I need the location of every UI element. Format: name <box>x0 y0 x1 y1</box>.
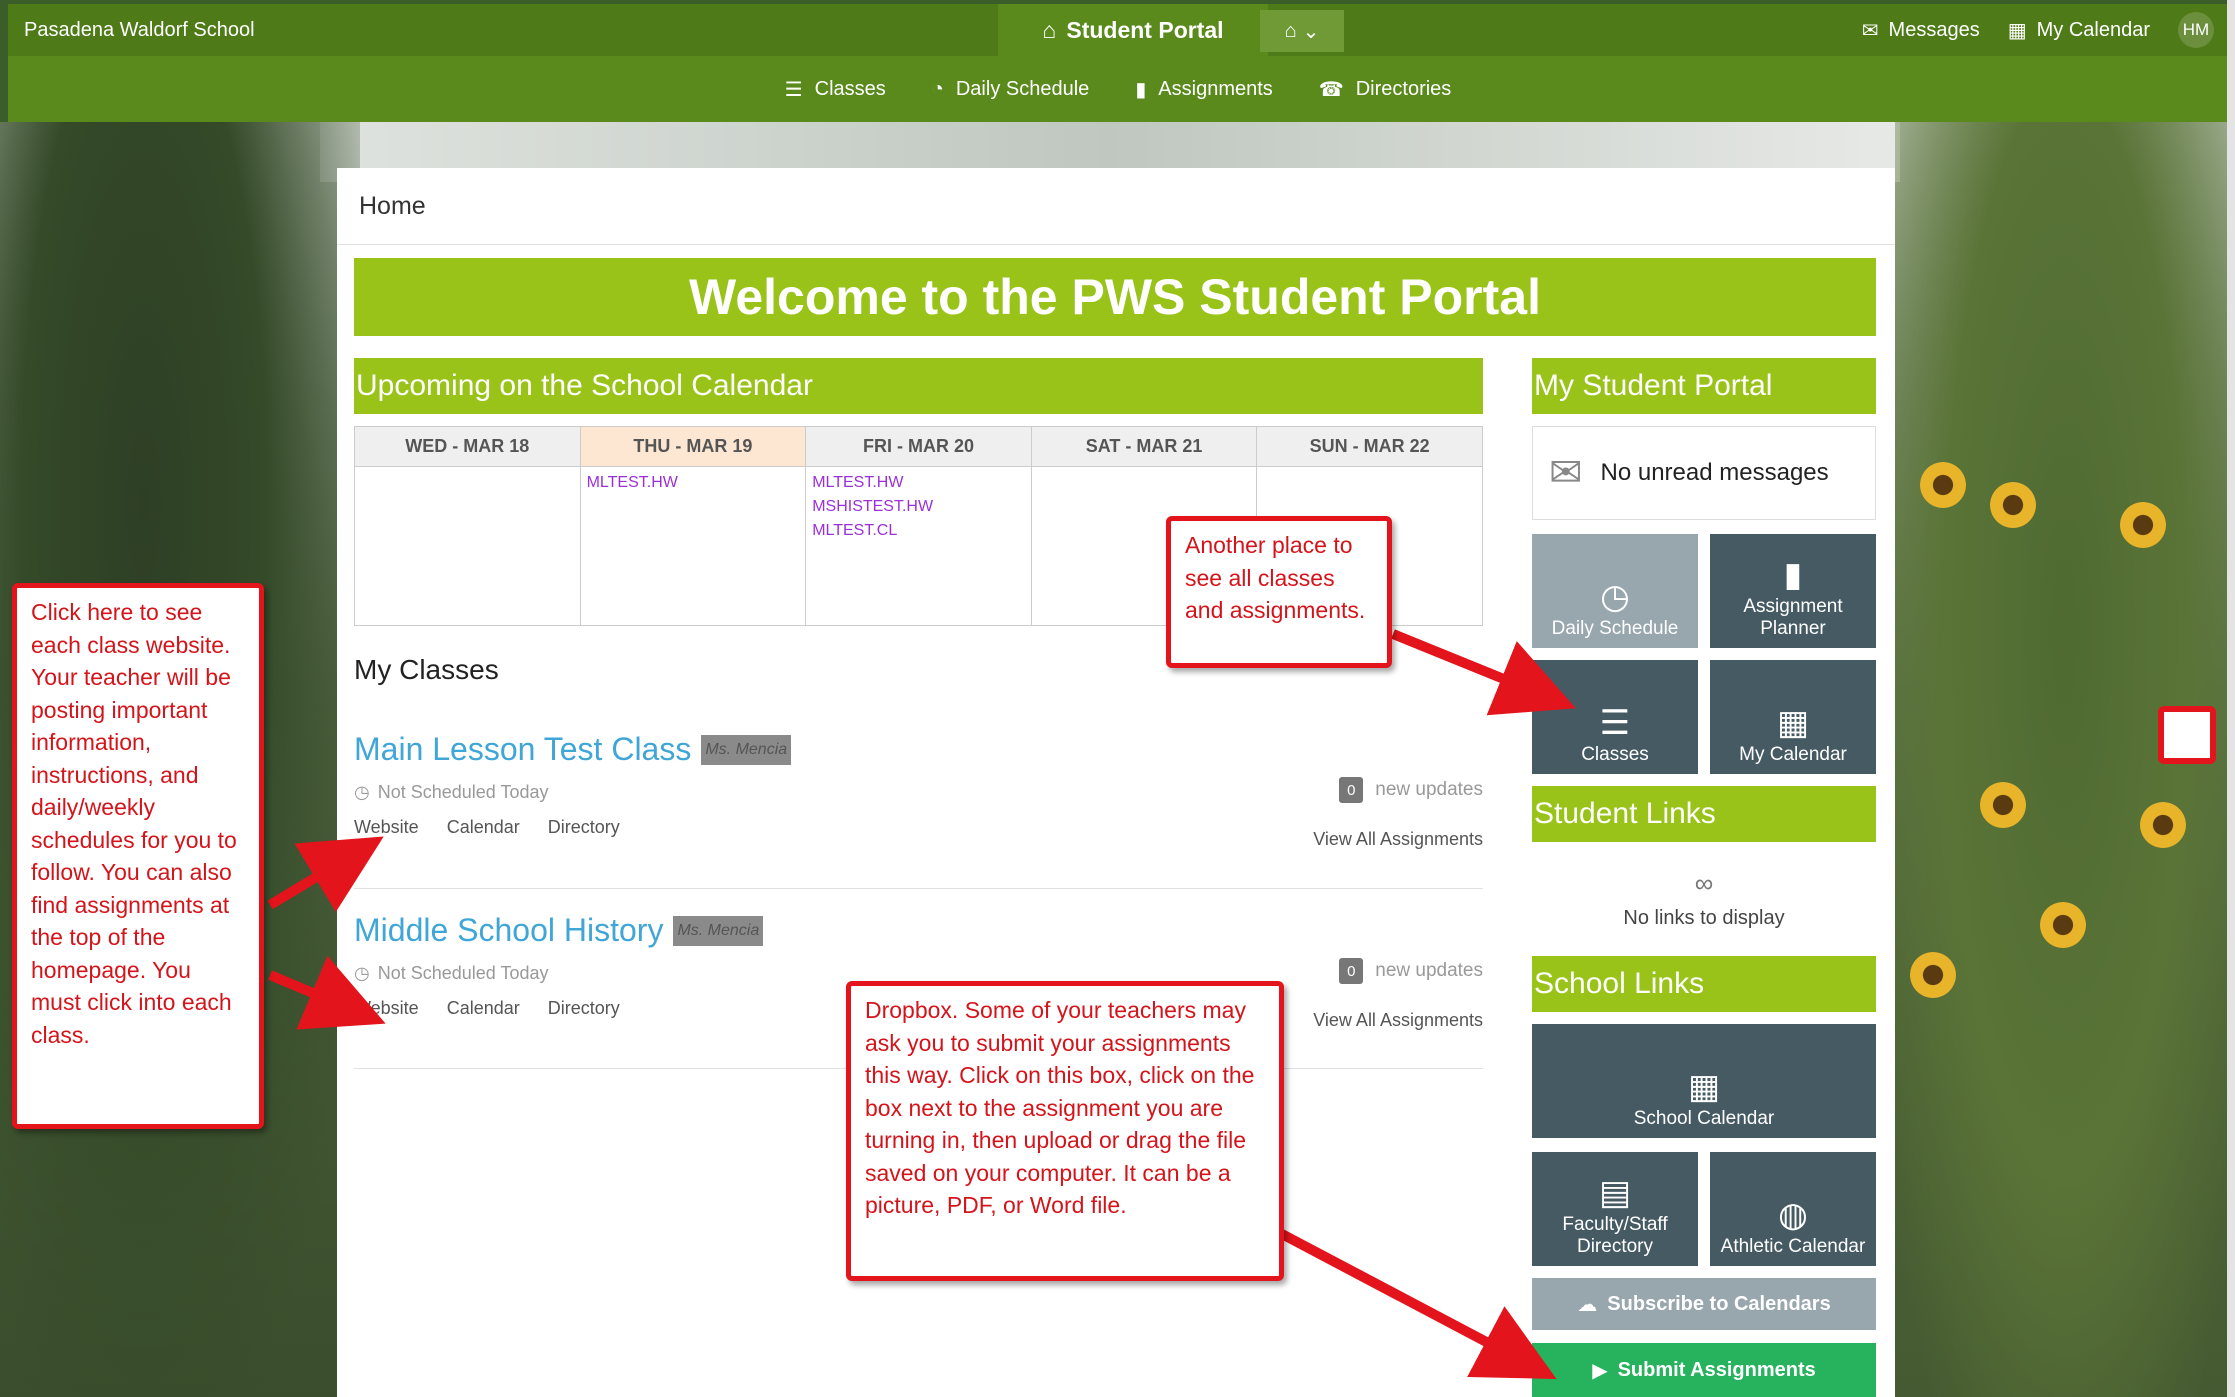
envelope-icon: ✉ <box>1549 451 1583 495</box>
pillar-icon: ⌂ <box>1284 19 1297 42</box>
sunflower <box>2140 802 2186 848</box>
tile-label: My Calendar <box>1739 744 1847 765</box>
calendar-icon: ▦ <box>1687 1068 1721 1106</box>
cloud-icon: ☁ <box>1577 1293 1598 1316</box>
subnav-classes[interactable]: ☰ Classes <box>785 77 886 102</box>
tile-label: Athletic Calendar <box>1720 1236 1866 1257</box>
sunflower <box>2120 502 2166 548</box>
basketball-icon: ◍ <box>1778 1196 1808 1234</box>
subnav-label: Directories <box>1355 77 1452 100</box>
student-links-heading: Student Links <box>1532 786 1876 842</box>
tile-my-calendar[interactable]: ▦ My Calendar <box>1710 660 1876 774</box>
tile-assignment-planner[interactable]: ▮ Assignment Planner <box>1710 534 1876 648</box>
tile-athletic-calendar[interactable]: ◍ Athletic Calendar <box>1710 1152 1876 1266</box>
tile-classes[interactable]: ☰ Classes <box>1532 660 1698 774</box>
list-icon: ☰ <box>1599 704 1631 742</box>
avatar[interactable]: HM <box>2178 12 2214 48</box>
sub-navigation: ☰ Classes ◔ Daily Schedule ▮ Assignments… <box>8 56 2228 122</box>
top-bar-right: ✉ Messages ▦ My Calendar HM <box>1862 4 2214 56</box>
messages-link[interactable]: ✉ Messages <box>1862 18 1980 43</box>
messages-status: No unread messages <box>1600 459 1829 486</box>
scrollbar[interactable] <box>2227 0 2235 1397</box>
sunflower <box>1920 462 1966 508</box>
tile-label: School Calendar <box>1633 1108 1775 1129</box>
sunflower <box>2040 902 2086 948</box>
subscribe-label: Subscribe to Calendars <box>1607 1292 1831 1315</box>
chevron-down-icon: ⌄ <box>1302 20 1320 43</box>
my-calendar-link[interactable]: ▦ My Calendar <box>2008 18 2150 43</box>
no-links-text: No links to display <box>1623 907 1785 929</box>
no-links-panel: ∞ No links to display <box>1532 868 1876 930</box>
portal-switcher[interactable]: ⌂ ⌄ <box>1260 10 1344 52</box>
messages-label: Messages <box>1888 18 1980 41</box>
tile-school-calendar[interactable]: ▦ School Calendar <box>1532 1024 1876 1138</box>
subscribe-calendars-button[interactable]: ☁ Subscribe to Calendars <box>1532 1278 1876 1330</box>
submit-assignments-button[interactable]: ▶ Submit Assignments <box>1532 1343 1876 1397</box>
top-bar: Pasadena Waldorf School ⌂ Student Portal… <box>8 4 2228 56</box>
callout-another-place: Another place to see all classes and ass… <box>1166 516 1392 668</box>
subnav-label: Assignments <box>1158 77 1273 100</box>
tile-label: Faculty/Staff Directory <box>1562 1214 1668 1257</box>
tile-label: Assignment Planner <box>1743 596 1843 639</box>
sunflower <box>1980 782 2026 828</box>
submit-label: Submit Assignments <box>1617 1358 1816 1381</box>
subnav-label: Classes <box>814 77 886 100</box>
home-icon: ⌂ <box>1042 16 1057 43</box>
list-icon: ☰ <box>784 78 803 101</box>
my-student-portal-heading: My Student Portal <box>1532 358 1876 414</box>
clock-icon: ◔ <box>931 77 944 100</box>
envelope-icon: ✉ <box>1861 19 1879 42</box>
bookmark-icon: ▮ <box>1783 556 1803 594</box>
sunflower <box>1910 952 1956 998</box>
phone-icon: ☎ <box>1318 78 1344 101</box>
messages-panel[interactable]: ✉ No unread messages <box>1532 426 1876 520</box>
bookmark-icon: ▮ <box>1135 78 1147 101</box>
tile-label: Classes <box>1581 744 1649 765</box>
callout-class-website: Click here to see each class website. Yo… <box>12 583 264 1129</box>
tile-faculty-directory[interactable]: ▤ Faculty/Staff Directory <box>1532 1152 1698 1266</box>
calendar-icon: ▦ <box>1776 704 1810 742</box>
student-portal-label: Student Portal <box>1066 16 1224 43</box>
subnav-assignments[interactable]: ▮ Assignments <box>1135 77 1273 102</box>
school-name[interactable]: Pasadena Waldorf School <box>24 19 255 42</box>
contact-book-icon: ▤ <box>1598 1174 1632 1212</box>
subnav-directories[interactable]: ☎ Directories <box>1319 77 1452 102</box>
play-circle-icon: ▶ <box>1592 1359 1608 1382</box>
callout-dropbox: Dropbox. Some of your teachers may ask y… <box>846 981 1284 1281</box>
subnav-label: Daily Schedule <box>955 77 1090 100</box>
student-portal-tab[interactable]: ⌂ Student Portal <box>998 4 1268 56</box>
sunflower <box>1990 482 2036 528</box>
subnav-daily-schedule[interactable]: ◔ Daily Schedule <box>932 78 1090 101</box>
tile-daily-schedule[interactable]: ◷ Daily Schedule <box>1532 534 1698 648</box>
my-calendar-label: My Calendar <box>2036 18 2150 41</box>
calendar-icon: ▦ <box>2007 19 2027 42</box>
tile-label: Daily Schedule <box>1551 618 1679 639</box>
link-icon: ∞ <box>1694 868 1714 898</box>
annotation-box <box>2158 706 2216 764</box>
clock-icon: ◷ <box>1600 578 1630 616</box>
school-links-heading: School Links <box>1532 956 1876 1012</box>
